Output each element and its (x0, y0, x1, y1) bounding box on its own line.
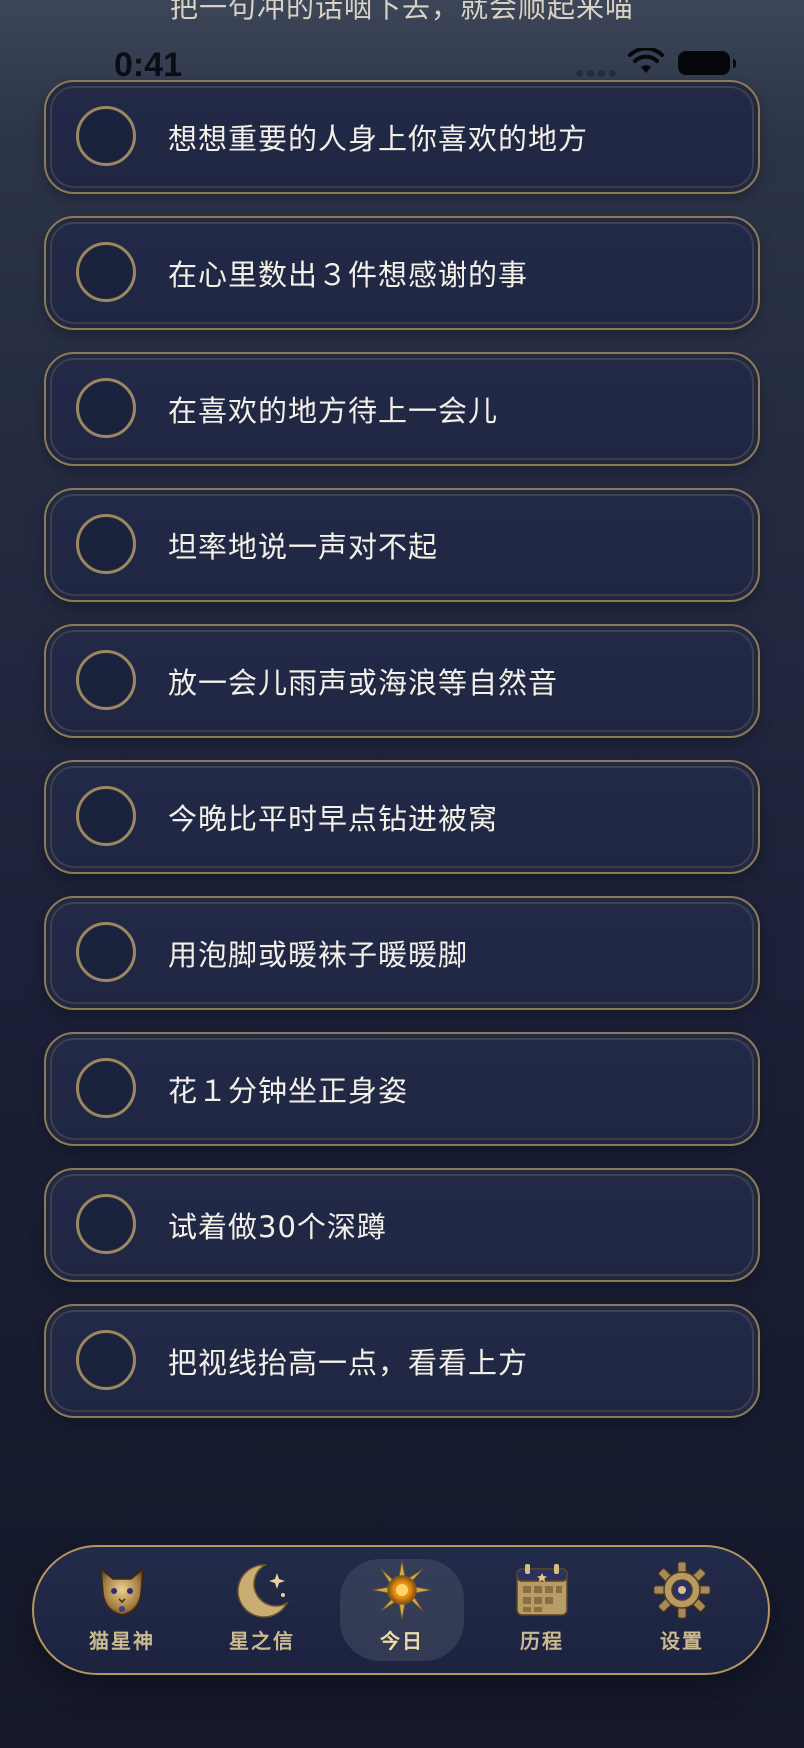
task-item[interactable]: 试着做30个深蹲 (44, 1168, 760, 1282)
task-label: 把视线抬高一点，看看上方 (168, 1346, 529, 1380)
task-item[interactable]: 想想重要的人身上你喜欢的地方 (44, 80, 760, 194)
tab-bar: 猫星神 星之信 今日 历程 设置 (32, 1545, 770, 1675)
task-label: 在喜欢的地方待上一会儿 (168, 394, 499, 428)
battery-icon (678, 51, 736, 75)
tab-label: 猫星神 (89, 1629, 155, 1653)
cat-deity-icon (100, 1567, 144, 1616)
task-label: 用泡脚或暖袜子暖暖脚 (168, 938, 469, 972)
sun-icon (372, 1560, 432, 1620)
task-item[interactable]: 放一会儿雨声或海浪等自然音 (44, 624, 760, 738)
task-list: 想想重要的人身上你喜欢的地方 在心里数出３件想感谢的事 在喜欢的地方待上一会儿 … (44, 80, 760, 1440)
checkbox-circle[interactable] (76, 1330, 136, 1390)
checkbox-circle[interactable] (76, 1058, 136, 1118)
calendar-icon (516, 1564, 568, 1616)
tab-history[interactable]: 历程 (480, 1559, 604, 1661)
task-item[interactable]: 今晚比平时早点钻进被窝 (44, 760, 760, 874)
tab-star-letter[interactable]: 星之信 (200, 1559, 324, 1661)
task-item[interactable]: 坦率地说一声对不起 (44, 488, 760, 602)
tab-label: 历程 (520, 1629, 564, 1653)
signal-dots-icon (576, 70, 616, 77)
checkbox-circle[interactable] (76, 514, 136, 574)
task-item[interactable]: 在心里数出３件想感谢的事 (44, 216, 760, 330)
tab-today[interactable]: 今日 (340, 1559, 464, 1661)
task-item[interactable]: 用泡脚或暖袜子暖暖脚 (44, 896, 760, 1010)
checkbox-circle[interactable] (76, 1194, 136, 1254)
task-item[interactable]: 在喜欢的地方待上一会儿 (44, 352, 760, 466)
task-label: 今晚比平时早点钻进被窝 (168, 802, 499, 836)
checkbox-circle[interactable] (76, 242, 136, 302)
checkbox-circle[interactable] (76, 786, 136, 846)
crescent-moon-icon (237, 1564, 289, 1618)
task-label: 放一会儿雨声或海浪等自然音 (168, 666, 559, 700)
task-label: 想想重要的人身上你喜欢的地方 (168, 122, 589, 156)
wifi-icon (628, 48, 664, 73)
tab-settings[interactable]: 设置 (620, 1559, 744, 1661)
task-label: 在心里数出３件想感谢的事 (168, 258, 529, 292)
tab-label: 设置 (660, 1629, 704, 1653)
tab-cat-deity[interactable]: 猫星神 (60, 1559, 184, 1661)
top-banner-text: 把一句冲的话咽下去，就会顺起来喵 (169, 0, 634, 24)
checkbox-circle[interactable] (76, 650, 136, 710)
task-label: 试着做30个深蹲 (168, 1210, 387, 1244)
checkbox-circle[interactable] (76, 922, 136, 982)
gear-icon (653, 1561, 711, 1619)
checkbox-circle[interactable] (76, 378, 136, 438)
task-item[interactable]: 花１分钟坐正身姿 (44, 1032, 760, 1146)
tab-label: 星之信 (229, 1629, 295, 1653)
tab-label: 今日 (380, 1629, 424, 1653)
checkbox-circle[interactable] (76, 106, 136, 166)
task-label: 坦率地说一声对不起 (168, 530, 439, 564)
task-item[interactable]: 把视线抬高一点，看看上方 (44, 1304, 760, 1418)
task-label: 花１分钟坐正身姿 (168, 1074, 409, 1108)
